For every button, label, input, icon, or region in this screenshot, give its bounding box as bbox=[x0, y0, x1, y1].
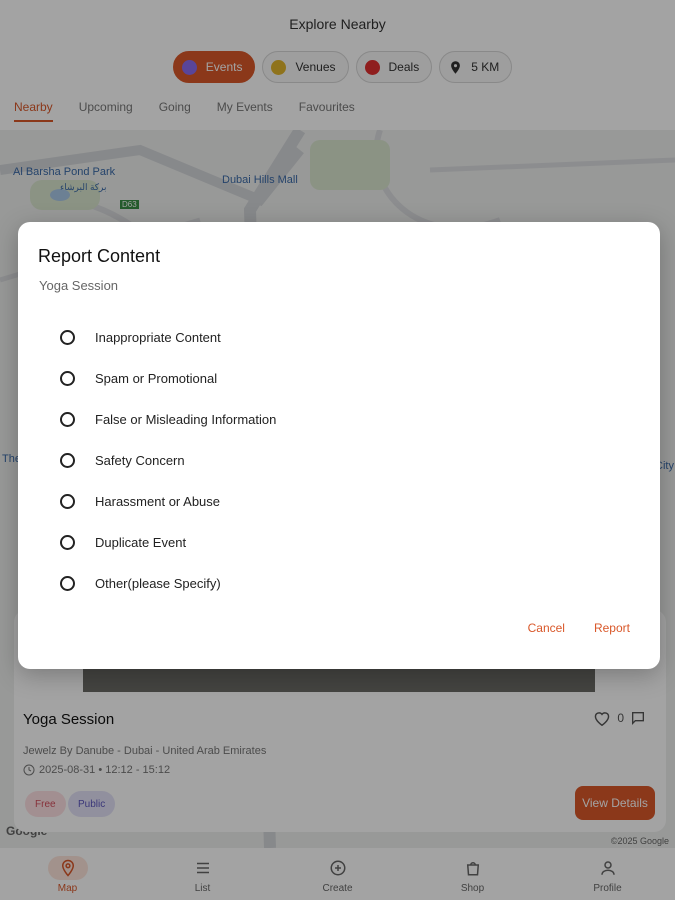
reason-option-harassment[interactable]: Harassment or Abuse bbox=[60, 481, 276, 522]
reason-label: Inappropriate Content bbox=[95, 330, 221, 345]
reason-label: Duplicate Event bbox=[95, 535, 187, 550]
report-dialog: Report Content Yoga Session Inappropriat… bbox=[18, 222, 660, 669]
reason-option-safety[interactable]: Safety Concern bbox=[60, 440, 276, 481]
radio-button[interactable] bbox=[60, 412, 75, 427]
radio-button[interactable] bbox=[60, 330, 75, 345]
dialog-actions: Cancel Report bbox=[528, 621, 630, 635]
radio-button[interactable] bbox=[60, 576, 75, 591]
reason-option-other[interactable]: Other(please Specify) bbox=[60, 563, 276, 604]
radio-button[interactable] bbox=[60, 494, 75, 509]
report-button[interactable]: Report bbox=[594, 621, 630, 635]
reason-label: Harassment or Abuse bbox=[95, 494, 221, 509]
radio-button[interactable] bbox=[60, 371, 75, 386]
reason-option-spam[interactable]: Spam or Promotional bbox=[60, 358, 276, 399]
reason-label: Other(please Specify) bbox=[95, 576, 221, 591]
cancel-button[interactable]: Cancel bbox=[528, 621, 565, 635]
reason-label: Spam or Promotional bbox=[95, 371, 218, 386]
reason-option-duplicate[interactable]: Duplicate Event bbox=[60, 522, 276, 563]
reason-option-misleading[interactable]: False or Misleading Information bbox=[60, 399, 276, 440]
dialog-subtitle: Yoga Session bbox=[39, 278, 119, 293]
reason-label: False or Misleading Information bbox=[95, 412, 277, 427]
radio-button[interactable] bbox=[60, 453, 75, 468]
dialog-title: Report Content bbox=[38, 246, 161, 266]
radio-button[interactable] bbox=[60, 535, 75, 550]
report-reason-list: Inappropriate Content Spam or Promotiona… bbox=[60, 317, 276, 604]
reason-label: Safety Concern bbox=[95, 453, 185, 468]
reason-option-inappropriate[interactable]: Inappropriate Content bbox=[60, 317, 276, 358]
